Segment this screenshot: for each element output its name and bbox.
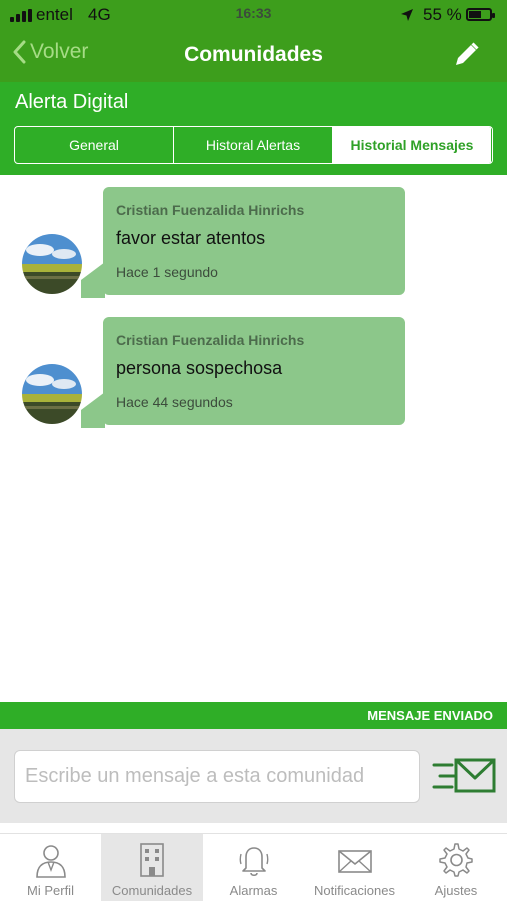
gear-icon xyxy=(439,843,473,877)
status-bar: entel 4G 16:33 55 % xyxy=(0,0,507,30)
tab-historal-alertas[interactable]: Historal Alertas xyxy=(174,127,333,163)
message-composer xyxy=(0,729,507,823)
segmented-control: General Historal Alertas Historial Mensa… xyxy=(14,126,493,164)
building-icon xyxy=(140,843,164,877)
message-list: Cristian Fuenzalida Hinrichs favor estar… xyxy=(0,175,507,702)
tab-ajustes[interactable]: Ajustes xyxy=(405,834,507,901)
message-text: favor estar atentos xyxy=(116,228,266,248)
avatar xyxy=(22,364,82,424)
send-envelope-icon[interactable] xyxy=(432,757,498,800)
bubble-tail xyxy=(81,392,105,428)
tab-label: Notificaciones xyxy=(314,883,395,898)
tab-label: Ajustes xyxy=(434,883,478,898)
tab-label: Alarmas xyxy=(229,883,278,898)
tab-label: Comunidades xyxy=(111,883,193,898)
avatar xyxy=(22,234,82,294)
envelope-icon xyxy=(338,850,372,873)
tab-label: Historial Mensajes xyxy=(350,137,474,153)
message-input[interactable] xyxy=(14,750,420,803)
tab-notificaciones[interactable]: Notificaciones xyxy=(304,834,405,901)
message-time: Hace 44 segundos xyxy=(116,394,233,410)
battery-icon xyxy=(466,8,495,21)
tab-historial-mensajes[interactable]: Historial Mensajes xyxy=(333,127,491,163)
location-arrow-icon xyxy=(400,7,414,27)
message-item: Cristian Fuenzalida Hinrichs persona sos… xyxy=(0,317,507,428)
tab-bar: Mi Perfil Comunidades Alarmas Notificaci… xyxy=(0,833,507,901)
bell-icon xyxy=(239,847,269,877)
page-title: Comunidades xyxy=(184,43,323,66)
pencil-icon[interactable] xyxy=(451,40,481,75)
tab-mi-perfil[interactable]: Mi Perfil xyxy=(0,834,101,901)
tab-general[interactable]: General xyxy=(15,127,174,163)
message-bubble: Cristian Fuenzalida Hinrichs persona sos… xyxy=(81,317,405,428)
tab-label: Mi Perfil xyxy=(27,883,74,898)
battery-percent: 55 % xyxy=(423,5,462,24)
message-time: Hace 1 segundo xyxy=(116,264,218,280)
tab-comunidades[interactable]: Comunidades xyxy=(101,834,203,901)
tab-alarmas[interactable]: Alarmas xyxy=(203,834,304,901)
bubble-tail xyxy=(81,262,105,298)
sent-banner-text: MENSAJE ENVIADO xyxy=(367,708,493,723)
community-name: Alerta Digital xyxy=(15,91,129,113)
message-sender: Cristian Fuenzalida Hinrichs xyxy=(116,332,305,348)
message-text: persona sospechosa xyxy=(116,358,283,378)
tab-label: General xyxy=(69,137,119,153)
message-item: Cristian Fuenzalida Hinrichs favor estar… xyxy=(0,187,507,298)
profile-icon xyxy=(36,845,66,878)
message-sender: Cristian Fuenzalida Hinrichs xyxy=(116,202,305,218)
message-bubble: Cristian Fuenzalida Hinrichs favor estar… xyxy=(81,187,405,298)
navigation-bar: Volver Comunidades xyxy=(0,30,507,82)
sent-banner: MENSAJE ENVIADO xyxy=(0,702,507,729)
tab-label: Historal Alertas xyxy=(205,137,301,153)
